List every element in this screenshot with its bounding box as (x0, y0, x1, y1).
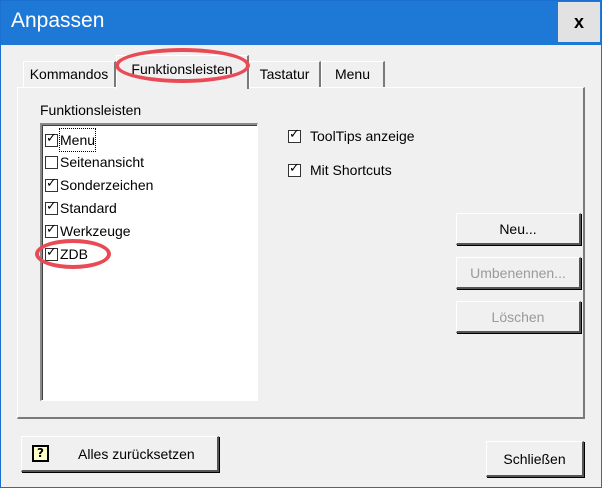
check-mark: ✓ (46, 198, 57, 214)
list-item-menu[interactable]: ✓ Menu (45, 128, 97, 152)
tab-menu[interactable]: Menu (321, 61, 385, 88)
checkbox-icon[interactable] (45, 155, 58, 169)
checkbox-icon[interactable]: ✓ (288, 126, 301, 143)
checkbox-icon[interactable]: ✓ (45, 221, 58, 238)
customize-dialog: Anpassen x Kommandos Funktionsleisten Ta… (0, 0, 602, 488)
tab-label: Kommandos (29, 66, 109, 82)
check-mark: ✓ (46, 244, 57, 260)
list-item-label: ZDB (60, 246, 88, 262)
check-mark: ✓ (289, 126, 300, 142)
reset-all-label: Alles zurücksetzen (78, 446, 195, 462)
reset-all-button[interactable]: ? Alles zurücksetzen (21, 436, 219, 472)
checkbox-icon[interactable]: ✓ (45, 175, 58, 192)
checkbox-icon[interactable]: ✓ (45, 244, 58, 261)
list-item-sonderzeichen[interactable]: ✓ Sonderzeichen (45, 174, 153, 196)
tab-label: Menu (334, 66, 371, 82)
tab-kommandos[interactable]: Kommandos (23, 61, 116, 88)
check-mark: ✓ (46, 221, 57, 237)
list-item-werkzeuge[interactable]: ✓ Werkzeuge (45, 220, 131, 242)
tab-funktionsleisten[interactable]: Funktionsleisten (116, 55, 249, 89)
list-item-label: Standard (60, 200, 117, 216)
delete-button[interactable]: Löschen (456, 301, 581, 333)
close-icon[interactable]: x (558, 2, 600, 42)
list-item-label: Seitenansicht (60, 154, 145, 170)
list-item-standard[interactable]: ✓ Standard (45, 197, 117, 219)
tab-tastatur[interactable]: Tastatur (249, 61, 321, 88)
window-title: Anpassen (11, 9, 105, 32)
new-button[interactable]: Neu... (456, 213, 581, 245)
help-icon: ? (32, 445, 49, 462)
list-item-label: Werkzeuge (60, 223, 131, 239)
list-item-label: Sonderzeichen (60, 177, 154, 193)
shortcuts-label: Mit Shortcuts (310, 162, 392, 178)
checkbox-icon[interactable]: ✓ (45, 130, 58, 147)
tooltips-label: ToolTips anzeige (310, 128, 415, 144)
rename-button[interactable]: Umbenennen... (456, 257, 581, 289)
tab-label: Funktionsleisten (131, 61, 233, 77)
close-button[interactable]: Schließen (486, 441, 584, 477)
list-item-seitenansicht[interactable]: Seitenansicht (45, 151, 144, 173)
checkbox-icon[interactable]: ✓ (45, 198, 58, 215)
tooltips-option[interactable]: ✓ ToolTips anzeige (288, 126, 415, 144)
checkbox-icon[interactable]: ✓ (288, 160, 301, 177)
check-mark: ✓ (46, 130, 57, 146)
shortcuts-option[interactable]: ✓ Mit Shortcuts (288, 160, 392, 178)
toolbars-listbox[interactable]: ✓ Menu Seitenansicht ✓ Sonderzeichen ✓ S… (40, 123, 258, 401)
tab-label: Tastatur (259, 66, 310, 82)
list-item-zdb[interactable]: ✓ ZDB (45, 243, 88, 265)
list-item-label: Menu (58, 128, 97, 152)
title-bar: Anpassen x (1, 1, 601, 45)
check-mark: ✓ (46, 175, 57, 191)
toolbars-group-label: Funktionsleisten (40, 102, 142, 118)
check-mark: ✓ (289, 160, 300, 176)
